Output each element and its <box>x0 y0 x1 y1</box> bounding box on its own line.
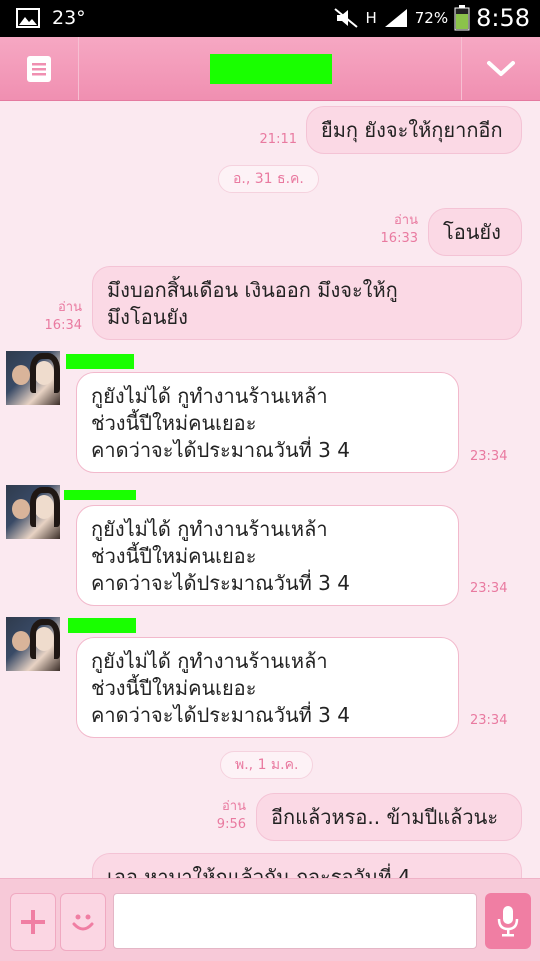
chat-header <box>0 37 540 101</box>
outgoing-message[interactable]: เออ หาบาให้กูแล้วกัน กูจะรอวันที่ 4 <box>92 853 522 878</box>
chevron-down-icon <box>487 60 515 76</box>
message-input-bar <box>0 878 540 961</box>
read-receipt: อ่าน <box>58 300 82 315</box>
incoming-message[interactable]: กูยังไม่ได้ กูทำงานร้านเหล้า ช่วงนี้ปีให… <box>76 372 459 473</box>
network-type: H <box>365 9 377 27</box>
sender-name-redacted <box>66 354 134 369</box>
avatar[interactable] <box>6 617 60 671</box>
mute-icon <box>334 8 359 28</box>
collapse-button[interactable] <box>461 37 540 100</box>
date-separator: พ., 1 ม.ค. <box>220 751 314 779</box>
add-attachment-button[interactable] <box>10 893 56 951</box>
message-time: 23:34 <box>470 713 508 728</box>
avatar[interactable] <box>6 485 60 539</box>
plus-icon <box>21 910 45 934</box>
message-time: 21:11 <box>259 132 297 147</box>
gallery-icon <box>16 8 40 28</box>
smiley-icon <box>72 914 94 931</box>
message-meta: อ่าน 16:33 <box>381 212 418 248</box>
message-meta: อ่าน 9:56 <box>217 798 246 834</box>
menu-icon <box>27 55 51 82</box>
emoji-button[interactable] <box>60 893 106 951</box>
read-receipt: อ่าน <box>394 213 418 228</box>
voice-button[interactable] <box>485 893 531 949</box>
chat-area[interactable]: 21:11 ยืมกุ ยังจะให้กุยากอีก อ., 31 ธ.ค.… <box>0 101 540 878</box>
message-time: 23:34 <box>470 449 508 464</box>
outgoing-message[interactable]: โอนยัง <box>428 208 522 256</box>
message-input[interactable] <box>113 893 477 949</box>
message-meta: อ่าน 16:34 <box>45 299 82 335</box>
incoming-message[interactable]: กูยังไม่ได้ กูทำงานร้านเหล้า ช่วงนี้ปีให… <box>76 505 459 606</box>
microphone-icon <box>497 906 519 937</box>
message-time: 16:33 <box>380 231 418 246</box>
clock: 8:58 <box>476 4 530 32</box>
message-time: 23:34 <box>470 581 508 596</box>
avatar[interactable] <box>6 351 60 405</box>
battery-percent: 72% <box>414 9 449 27</box>
sender-name-redacted <box>68 618 136 633</box>
read-receipt: อ่าน <box>222 799 246 814</box>
contact-name-redacted <box>210 54 332 84</box>
sender-name-redacted <box>64 490 136 500</box>
outgoing-message[interactable]: ยืมกุ ยังจะให้กุยากอีก <box>306 106 522 154</box>
battery-icon <box>454 5 470 31</box>
signal-icon <box>384 9 407 27</box>
outgoing-message[interactable]: อีกแล้วหรอ.. ข้ามปีแล้วนะ <box>256 793 522 841</box>
outgoing-message[interactable]: มึงบอกสิ้นเดือน เงินออก มึงจะให้กู มึงโอ… <box>92 266 522 340</box>
incoming-message[interactable]: กูยังไม่ได้ กูทำงานร้านเหล้า ช่วงนี้ปีให… <box>76 637 459 738</box>
menu-button[interactable] <box>0 37 79 100</box>
date-separator: อ., 31 ธ.ค. <box>218 165 319 193</box>
message-time: 9:56 <box>216 817 246 832</box>
message-time: 16:34 <box>44 318 82 333</box>
temperature-text: 23° <box>52 7 86 29</box>
status-bar: 23° H 72% 8:58 <box>0 0 540 37</box>
